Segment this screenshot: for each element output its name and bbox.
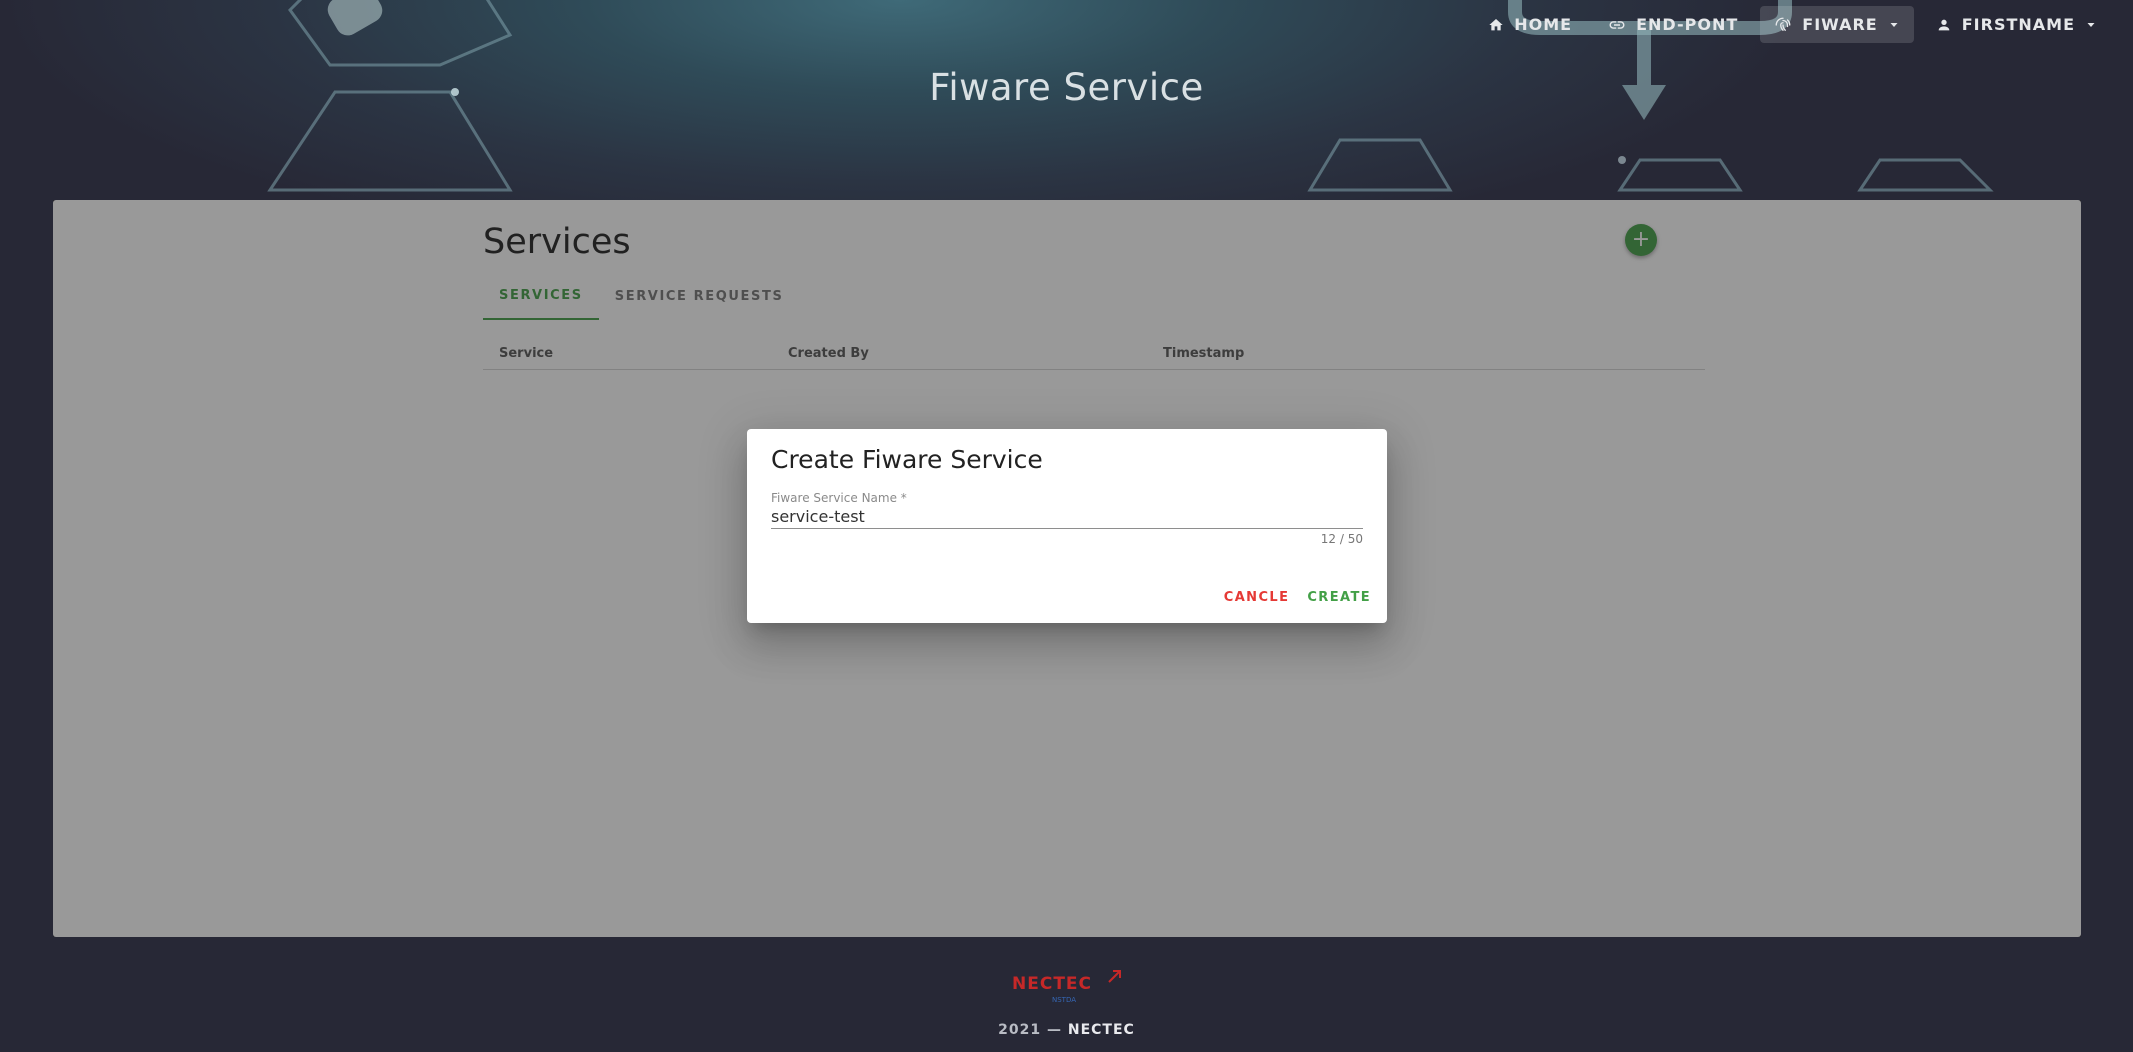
footer-year: 2021 — xyxy=(998,1022,1062,1038)
nav-fiware-label: FIWARE xyxy=(1802,15,1878,34)
create-service-dialog: Create Fiware Service Fiware Service Nam… xyxy=(747,429,1387,623)
nav-home-link[interactable]: HOME xyxy=(1474,6,1586,43)
character-counter: 12 / 50 xyxy=(1320,532,1363,546)
nav-user-label: FIRSTNAME xyxy=(1961,15,2075,34)
logo-text: NECTEC xyxy=(1012,974,1093,994)
logo-subtext: NSTDA xyxy=(1052,996,1077,1004)
dialog-actions: CANCLE CREATE xyxy=(1216,579,1379,615)
top-navigation: HOME END-PONT FIWARE FIRSTNAME xyxy=(1474,6,2111,43)
nav-user-menu[interactable]: FIRSTNAME xyxy=(1922,6,2111,43)
home-icon xyxy=(1489,18,1503,30)
fingerprint-icon xyxy=(1775,17,1791,31)
create-button[interactable]: CREATE xyxy=(1299,579,1379,615)
header-hero: Fiware Service HOME END-PONT FIWARE FIRS… xyxy=(0,0,2133,200)
user-icon xyxy=(1938,19,1950,30)
service-name-input[interactable] xyxy=(771,505,1363,529)
nav-endpoint-link[interactable]: END-PONT xyxy=(1594,6,1752,43)
nectec-logo: NECTEC NSTDA xyxy=(1012,968,1122,1004)
footer-copyright: 2021 — NECTEC xyxy=(0,1022,2133,1038)
dialog-title: Create Fiware Service xyxy=(771,445,1043,474)
nav-home-label: HOME xyxy=(1514,15,1573,34)
chevron-down-icon xyxy=(1890,22,1898,27)
service-name-label: Fiware Service Name * xyxy=(771,491,907,505)
footer-org: NECTEC xyxy=(1067,1022,1135,1038)
chevron-down-icon xyxy=(2087,22,2095,27)
nav-endpoint-label: END-PONT xyxy=(1636,15,1739,34)
logo-arrow-icon xyxy=(1108,970,1121,983)
page-title: Fiware Service xyxy=(929,66,1204,109)
link-icon xyxy=(1609,20,1625,29)
cancel-button[interactable]: CANCLE xyxy=(1216,579,1298,615)
nav-fiware-menu[interactable]: FIWARE xyxy=(1760,6,1914,43)
